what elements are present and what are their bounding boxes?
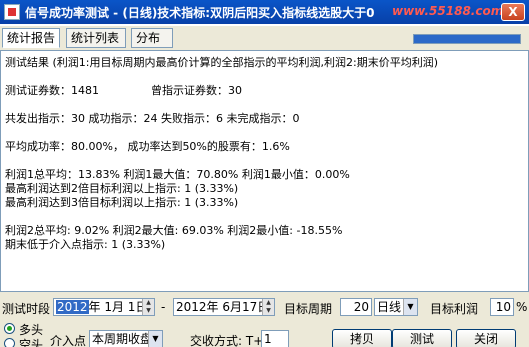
watermark: www.55188.com [392, 4, 504, 18]
app-icon [4, 4, 20, 20]
indicated-count: 曾指示证券数：30 [151, 84, 242, 97]
date-separator: - [161, 300, 166, 314]
test-button[interactable]: 测试 [392, 329, 452, 347]
period-unit-value: 日线 [377, 300, 402, 314]
chevron-down-icon[interactable]: ▼ [148, 331, 162, 347]
close-window-button[interactable]: X [501, 3, 525, 21]
start-date-spinner[interactable]: ▲ ▼ [142, 299, 154, 315]
tab-statistics-report[interactable]: 统计报告 [2, 28, 60, 48]
end-date-value: 2012年 6月17日 [176, 300, 270, 314]
trade-mode-input[interactable]: 1 [261, 330, 289, 347]
below-entry-count: 期末低于介入点指示: 1 (3.33%) [5, 238, 166, 251]
chevron-down-icon[interactable]: ▼ [403, 299, 417, 315]
entry-point-label: 介入点 [50, 334, 87, 347]
controls-panel: 测试时段 2012年 1月 1日 ▲ ▼ - 2012年 6月17日 ▲ ▼ 目标周… [0, 292, 529, 347]
percent-sign: % [516, 300, 528, 314]
tab-bar: 统计报告 统计列表 分布图 [0, 26, 529, 63]
period-unit-select[interactable]: 日线 ▼ [374, 298, 418, 316]
copy-button[interactable]: 拷贝 [332, 329, 392, 347]
start-date-rest: 年 1月 1日 [88, 300, 148, 314]
progress-fill [414, 35, 520, 43]
tab-statistics-list[interactable]: 统计列表 [66, 28, 126, 48]
profit1-2x-target: 最高利润达到2倍目标利润以上指示: 1 (3.33%) [5, 182, 239, 195]
end-date-input[interactable]: 2012年 6月17日 ▲ ▼ [173, 298, 275, 316]
trade-mode-label: 交收方式: T+ [190, 334, 264, 347]
target-period-label: 目标周期 [284, 302, 333, 316]
short-label: 空头 [19, 338, 44, 347]
test-count: 测试证券数：1481 [5, 84, 99, 97]
profit1-3x-target: 最高利润达到3倍目标利润以上指示: 1 (3.33%) [5, 196, 239, 209]
title-bar: 信号成功率测试 - (日线)技术指标:双阴后阳买入指标线选股大于0 www.55… [0, 0, 529, 24]
target-period-input[interactable]: 20 [340, 298, 372, 316]
start-date-input[interactable]: 2012年 1月 1日 ▲ ▼ [53, 298, 155, 316]
progress-bar [413, 34, 521, 44]
tab-distribution-chart[interactable]: 分布图 [131, 28, 173, 63]
short-radio[interactable] [4, 338, 15, 347]
report-header: 测试结果 (利润1:用目标周期内最高价计算的全部指示的平均利润,利润2:期末价平… [5, 56, 438, 69]
signals-summary: 共发出指示：30 成功指示：24 失败指示：6 未完成指示：0 [5, 112, 300, 125]
start-date-year: 2012 [56, 300, 89, 314]
test-period-label: 测试时段 [2, 302, 51, 316]
profit2-summary: 利润2总平均: 9.02% 利润2最大值: 69.03% 利润2最小值: -18… [5, 224, 343, 237]
target-profit-label: 目标利润 [430, 302, 479, 316]
long-radio[interactable] [4, 323, 15, 334]
success-rate: 平均成功率：80.00%， 成功率达到50%的股票有：1.6% [5, 140, 290, 153]
entry-point-select[interactable]: 本周期收盘价 ▼ [89, 330, 163, 347]
close-button[interactable]: 关闭 [456, 329, 516, 347]
target-profit-input[interactable]: 10 [490, 298, 514, 316]
profit1-summary: 利润1总平均：13.83% 利润1最大值：70.80% 利润1最小值：0.00% [5, 168, 350, 181]
end-date-spinner[interactable]: ▲ ▼ [262, 299, 274, 315]
report-panel[interactable]: 测试结果 (利润1:用目标周期内最高价计算的全部指示的平均利润,利润2:期末价平… [0, 50, 529, 292]
report-counts-row: 测试证券数：1481 曾指示证券数：30 [5, 84, 528, 98]
